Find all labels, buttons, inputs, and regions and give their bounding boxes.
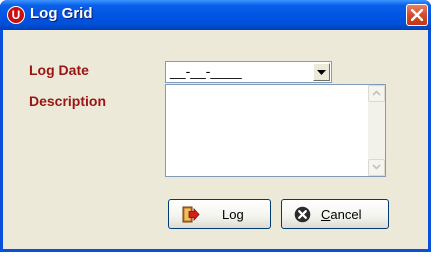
- chevron-down-icon: [317, 70, 326, 75]
- close-button[interactable]: [406, 4, 428, 26]
- scroll-down-button[interactable]: [368, 159, 385, 176]
- title-bar[interactable]: U Log Grid: [0, 0, 431, 30]
- cancel-x-circle-icon: [294, 206, 311, 223]
- chevron-up-icon: [372, 90, 381, 96]
- log-button-label: Log: [222, 207, 244, 222]
- cancel-button[interactable]: Cancel: [281, 199, 389, 229]
- date-dropdown-button[interactable]: [313, 63, 330, 81]
- window-title: Log Grid: [30, 5, 93, 22]
- log-date-value: __-__-____: [170, 63, 242, 79]
- log-button[interactable]: Log: [168, 199, 271, 229]
- close-x-icon: [411, 9, 423, 21]
- cancel-mnemonic: C: [321, 207, 331, 222]
- log-date-field[interactable]: __-__-____: [165, 61, 332, 83]
- log-grid-window: U Log Grid Log Date Description __-__-__…: [0, 0, 431, 252]
- description-textarea[interactable]: [165, 84, 386, 177]
- scroll-up-button[interactable]: [368, 85, 385, 102]
- description-scrollbar[interactable]: [368, 85, 385, 176]
- log-date-label: Log Date: [29, 62, 89, 78]
- cancel-button-label: Cancel: [321, 207, 361, 222]
- cancel-label-rest: ancel: [330, 207, 362, 222]
- u-logo-icon: U: [7, 6, 25, 24]
- dialog-body: Log Date Description __-__-____ Log Canc…: [3, 30, 428, 249]
- log-entry-icon: [182, 206, 200, 223]
- chevron-down-icon: [372, 164, 381, 170]
- description-label: Description: [29, 93, 107, 109]
